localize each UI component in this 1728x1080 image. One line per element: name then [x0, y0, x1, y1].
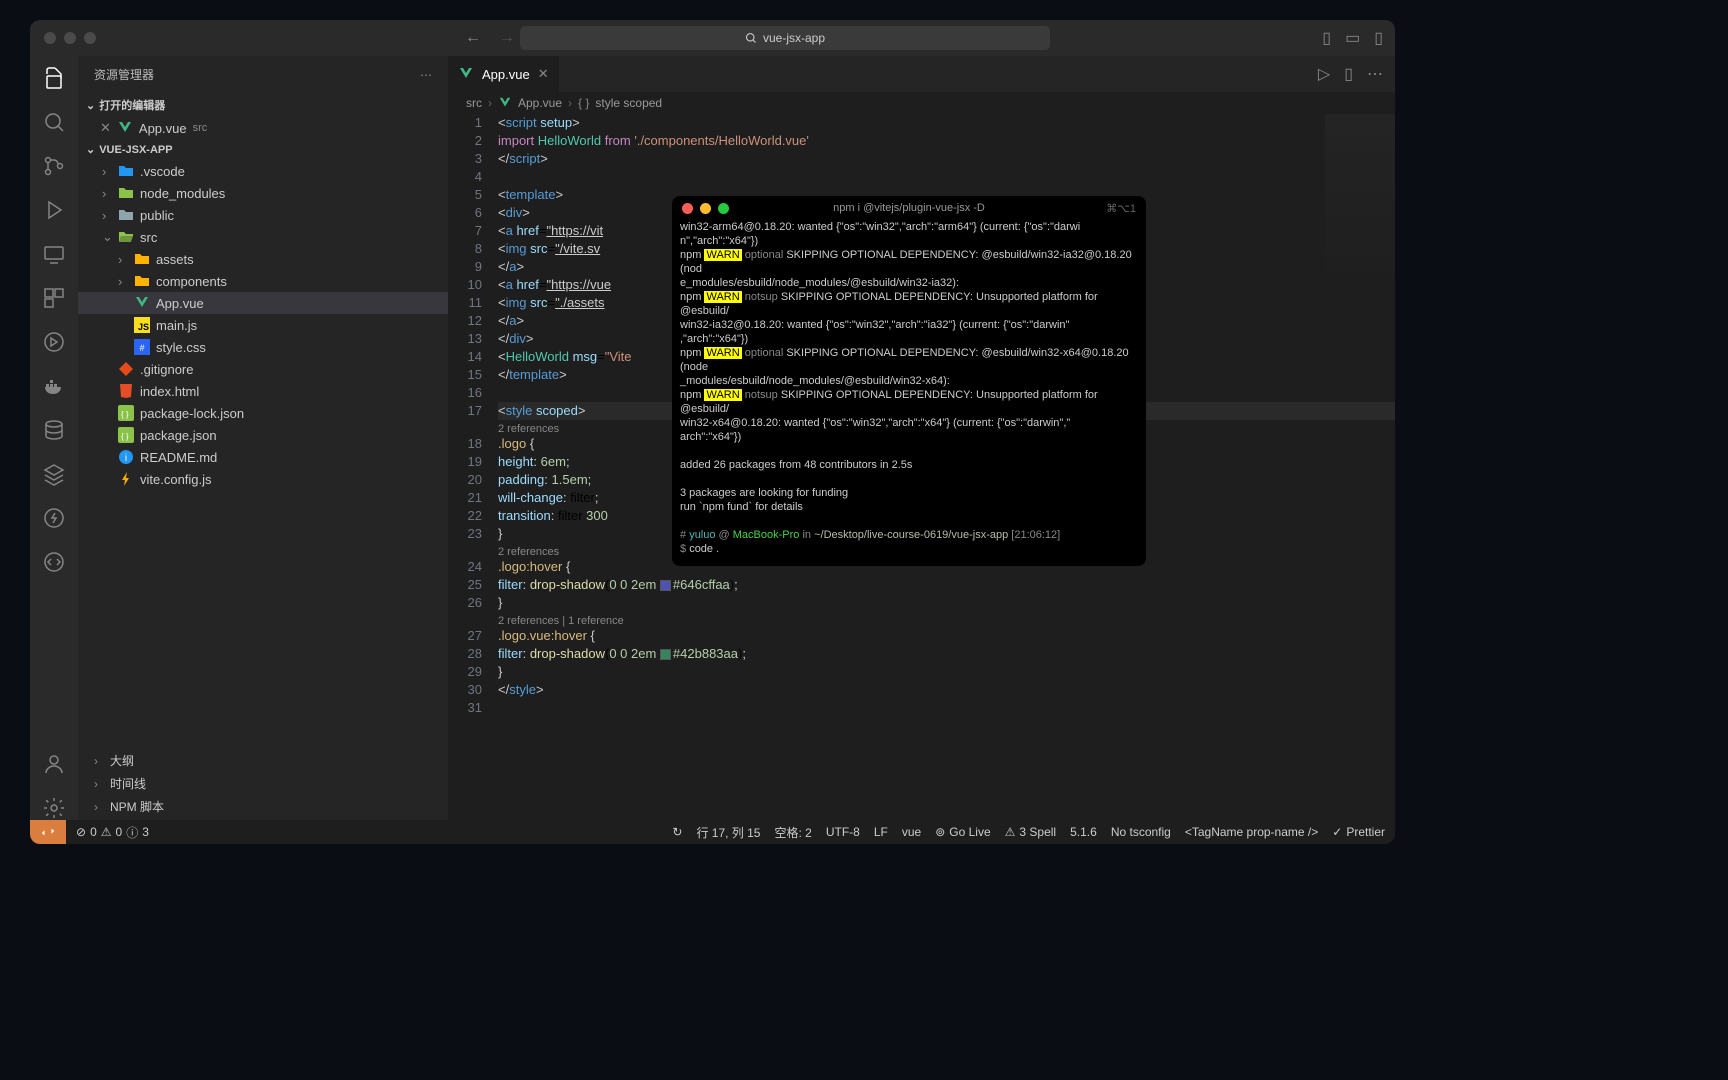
terminal-body[interactable]: win32-arm64@0.18.20: wanted {"os":"win32… [672, 220, 1146, 566]
split-icon[interactable]: ▯ [1344, 64, 1353, 84]
cursor-pos[interactable]: 行 17, 列 15 [696, 824, 760, 841]
tree-item-public[interactable]: ›public [78, 204, 448, 226]
tree-item-App-vue[interactable]: App.vue [78, 292, 448, 314]
extensions-icon[interactable] [42, 286, 66, 310]
minimap[interactable] [1325, 114, 1395, 294]
sidebar-section-大纲[interactable]: ›大纲 [78, 749, 448, 772]
docker-icon[interactable] [42, 374, 66, 398]
statusbar: ⊘0 ⚠0 ⓘ3 ↻ 行 17, 列 15 空格: 2 UTF-8 LF vue… [30, 820, 1395, 844]
traffic-lights [30, 32, 96, 44]
titlebar: ← → vue-jsx-app ▯ ▭ ▯ [30, 20, 1395, 56]
activity-bar [30, 56, 78, 820]
svg-text:{ }: { } [121, 432, 129, 441]
tree-item-style-css[interactable]: #style.css [78, 336, 448, 358]
tree-item--gitignore[interactable]: .gitignore [78, 358, 448, 380]
close-icon[interactable]: ✕ [100, 120, 111, 136]
panel-bottom-icon[interactable]: ▭ [1345, 28, 1360, 48]
golive[interactable]: ⊚Go Live [935, 825, 990, 839]
sidebar-section-NPM 脚本[interactable]: ›NPM 脚本 [78, 795, 448, 818]
panel-right-icon[interactable]: ▯ [1374, 28, 1383, 48]
vscode-window: ← → vue-jsx-app ▯ ▭ ▯ [30, 20, 1395, 844]
sidebar-bottom: ›大纲›时间线›NPM 脚本 [78, 747, 448, 820]
terminal-title: npm i @vitejs/plugin-vue-jsx -D [672, 202, 1146, 214]
tree-item-package-json[interactable]: { }package.json [78, 424, 448, 446]
remote-icon[interactable] [42, 242, 66, 266]
svg-text:{ }: { } [121, 410, 129, 419]
open-editors-header[interactable]: ⌄打开的编辑器 [78, 93, 448, 117]
sidebar-title: 资源管理器 [94, 66, 154, 83]
scm-icon[interactable] [42, 154, 66, 178]
spell[interactable]: ⚠3 Spell [1005, 825, 1056, 839]
search-icon[interactable] [42, 110, 66, 134]
svg-text:JS: JS [138, 322, 149, 332]
close-dot[interactable] [44, 32, 56, 44]
eol[interactable]: LF [874, 825, 888, 839]
tree-item-assets[interactable]: ›assets [78, 248, 448, 270]
tree-item-src[interactable]: ⌄src [78, 226, 448, 248]
sidebar-more-icon[interactable]: ⋯ [420, 68, 432, 82]
tree-item--vscode[interactable]: ›.vscode [78, 160, 448, 182]
open-editor-item[interactable]: ✕ App.vue src [78, 117, 448, 139]
language[interactable]: vue [902, 825, 921, 839]
run-icon[interactable]: ▷ [1318, 64, 1330, 84]
editor-tabs: App.vue ✕ ▷ ▯ ⋯ [448, 56, 1395, 92]
back-icon[interactable]: ← [465, 29, 481, 47]
minimize-dot[interactable] [64, 32, 76, 44]
forward-icon[interactable]: → [499, 29, 515, 47]
code-icon[interactable] [42, 550, 66, 574]
sidebar-section-时间线[interactable]: ›时间线 [78, 772, 448, 795]
account-icon[interactable] [42, 752, 66, 776]
more-icon[interactable]: ⋯ [1367, 64, 1383, 84]
tree-item-index-html[interactable]: index.html [78, 380, 448, 402]
ext1-icon[interactable] [42, 330, 66, 354]
svg-text:#: # [139, 343, 144, 353]
indentation[interactable]: 空格: 2 [775, 824, 812, 841]
panel-left-icon[interactable]: ▯ [1322, 28, 1331, 48]
tree-item-package-lock-json[interactable]: { }package-lock.json [78, 402, 448, 424]
database-icon[interactable] [42, 418, 66, 442]
tree-item-README-md[interactable]: iREADME.md [78, 446, 448, 468]
sidebar: 资源管理器 ⋯ ⌄打开的编辑器 ✕ App.vue src ⌄VUE-JSX-A… [78, 56, 448, 820]
tree-item-components[interactable]: ›components [78, 270, 448, 292]
nav-arrows: ← → [465, 29, 515, 47]
explorer-icon[interactable] [42, 66, 66, 90]
terminal-titlebar: npm i @vitejs/plugin-vue-jsx -D ⌘⌥1 [672, 196, 1146, 220]
tab-app-vue[interactable]: App.vue ✕ [448, 56, 559, 92]
encoding[interactable]: UTF-8 [826, 825, 860, 839]
project-header[interactable]: ⌄VUE-JSX-APP [78, 139, 448, 160]
tab-close-icon[interactable]: ✕ [538, 66, 549, 82]
search-text: vue-jsx-app [763, 31, 825, 45]
layers-icon[interactable] [42, 462, 66, 486]
problems[interactable]: ⊘0 ⚠0 ⓘ3 [76, 824, 149, 841]
tree-item-vite-config-js[interactable]: vite.config.js [78, 468, 448, 490]
sidebar-header: 资源管理器 ⋯ [78, 56, 448, 93]
thunder-icon[interactable] [42, 506, 66, 530]
svg-text:i: i [125, 453, 127, 464]
tagname[interactable]: <TagName prop-name /> [1185, 825, 1318, 839]
sync-icon[interactable]: ↻ [672, 825, 682, 839]
command-center[interactable]: vue-jsx-app [520, 26, 1050, 50]
tsconfig[interactable]: No tsconfig [1111, 825, 1171, 839]
file-tree: ›.vscode›node_modules›public⌄src›assets›… [78, 160, 448, 747]
version[interactable]: 5.1.6 [1070, 825, 1097, 839]
layout-icons: ▯ ▭ ▯ [1322, 28, 1383, 48]
terminal-window: npm i @vitejs/plugin-vue-jsx -D ⌘⌥1 win3… [672, 196, 1146, 566]
settings-icon[interactable] [42, 796, 66, 820]
tree-item-node_modules[interactable]: ›node_modules [78, 182, 448, 204]
tree-item-main-js[interactable]: JSmain.js [78, 314, 448, 336]
prettier[interactable]: ✓Prettier [1332, 825, 1385, 839]
remote-indicator[interactable] [30, 820, 66, 844]
debug-icon[interactable] [42, 198, 66, 222]
breadcrumb[interactable]: src› App.vue› { } style scoped [448, 92, 1395, 114]
zoom-dot[interactable] [84, 32, 96, 44]
